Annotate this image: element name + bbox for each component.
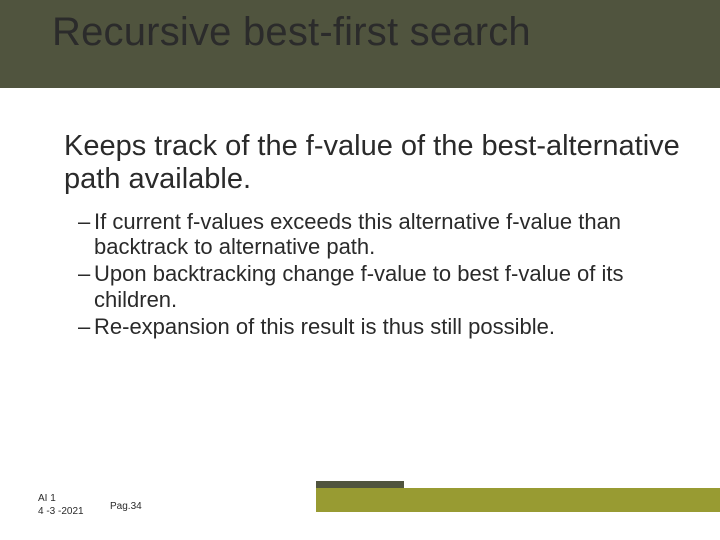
page-number: Pag.34	[110, 501, 142, 512]
bullet-list: If current f-values exceeds this alterna…	[64, 209, 684, 339]
bullet-item: Upon backtracking change f-value to best…	[78, 261, 684, 312]
course-code: AI 1	[38, 492, 84, 505]
slide-date: 4 -3 -2021	[38, 505, 84, 518]
bullet-item: Re-expansion of this result is thus stil…	[78, 314, 684, 339]
footer-meta: AI 1 4 -3 -2021	[38, 492, 84, 518]
lead-paragraph: Keeps track of the f-value of the best-a…	[64, 130, 684, 197]
footer-accent-bar	[316, 488, 720, 512]
slide-title: Recursive best-first search	[52, 10, 531, 55]
content-area: Keeps track of the f-value of the best-a…	[64, 130, 684, 341]
bullet-item: If current f-values exceeds this alterna…	[78, 209, 684, 260]
